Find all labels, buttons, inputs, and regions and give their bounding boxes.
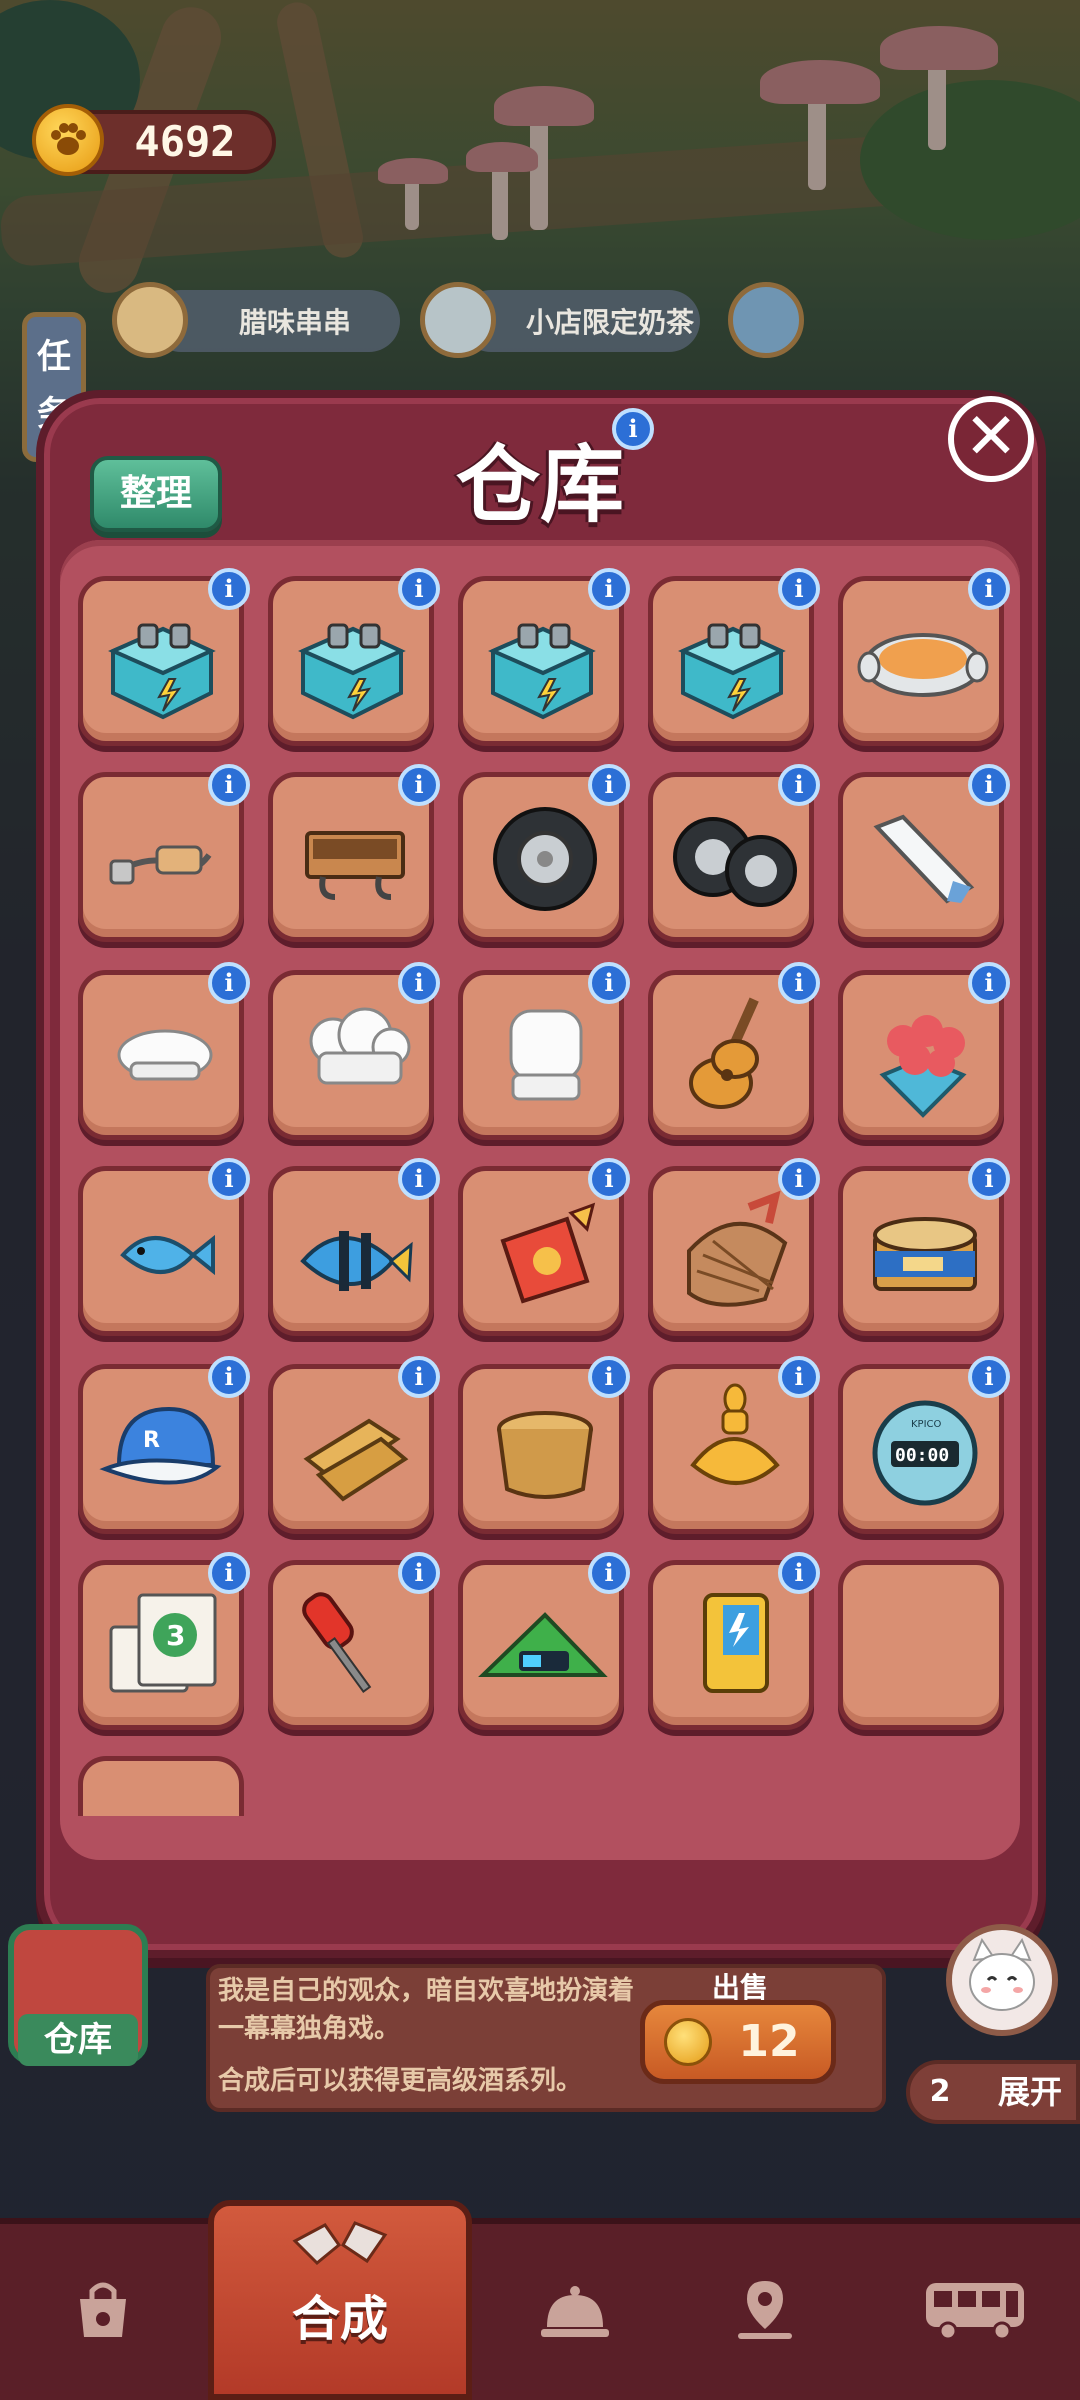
item-tip: 合成后可以获得更高级酒系列。 bbox=[218, 2066, 583, 2096]
lucky-cat-icon[interactable] bbox=[946, 1924, 1058, 2036]
food-plate-icon bbox=[112, 282, 188, 358]
item-info-icon[interactable]: i bbox=[208, 1552, 250, 1594]
item-info-icon[interactable]: i bbox=[398, 962, 440, 1004]
item-info-icon[interactable]: i bbox=[778, 962, 820, 1004]
item-info-icon[interactable]: i bbox=[208, 1356, 250, 1398]
customer-avatar-icon[interactable] bbox=[728, 282, 804, 358]
item-info-icon[interactable]: i bbox=[398, 1158, 440, 1200]
item-info-icon[interactable]: i bbox=[208, 764, 250, 806]
expand-count: 2 bbox=[929, 2074, 951, 2109]
order-label: 小店限定奶茶 bbox=[525, 306, 694, 339]
item-info-icon[interactable]: i bbox=[778, 1552, 820, 1594]
item-description: 我是自己的观众，暗自欢喜地扮演着一幕幕独角戏。 bbox=[218, 1976, 635, 2044]
item-info-icon[interactable]: i bbox=[398, 1356, 440, 1398]
svg-text:00:00: 00:00 bbox=[895, 1445, 949, 1466]
item-info-icon[interactable]: i bbox=[588, 764, 630, 806]
item-info-icon[interactable]: i bbox=[968, 568, 1010, 610]
close-icon[interactable]: ✕ bbox=[948, 396, 1034, 482]
task-tab-char: 任 bbox=[37, 337, 71, 377]
item-info-icon[interactable]: i bbox=[398, 1552, 440, 1594]
order-label: 腊味串串 bbox=[238, 306, 351, 339]
item-info-icon[interactable]: i bbox=[588, 1158, 630, 1200]
inventory-slot-partial[interactable] bbox=[78, 1756, 244, 1816]
milk-tea-icon bbox=[420, 282, 496, 358]
svg-text:R: R bbox=[143, 1428, 160, 1453]
item-info-icon[interactable]: i bbox=[208, 1158, 250, 1200]
paw-coin-icon bbox=[32, 104, 104, 176]
title-info-icon[interactable]: i bbox=[612, 408, 654, 450]
item-info-icon[interactable]: i bbox=[778, 1356, 820, 1398]
shop-bag-icon bbox=[80, 2282, 126, 2337]
item-info-icon[interactable]: i bbox=[968, 962, 1010, 1004]
expand-label[interactable]: 展开 bbox=[990, 2066, 1070, 2118]
nav-merge-label[interactable]: 合成 bbox=[260, 2284, 420, 2354]
item-info-icon[interactable]: i bbox=[588, 1552, 630, 1594]
tidy-button[interactable]: 整理 bbox=[90, 456, 222, 532]
nav-map[interactable] bbox=[690, 2240, 840, 2380]
bus-icon bbox=[926, 2283, 1024, 2341]
item-info-icon[interactable]: i bbox=[968, 764, 1010, 806]
order-chip[interactable]: 小店限定奶茶 bbox=[460, 290, 700, 352]
item-info-icon[interactable]: i bbox=[968, 1356, 1010, 1398]
paw-coin-icon bbox=[664, 2018, 712, 2066]
warehouse-side-label[interactable]: 仓库 bbox=[18, 2014, 138, 2066]
item-info-icon[interactable]: i bbox=[588, 568, 630, 610]
item-info-icon[interactable]: i bbox=[208, 568, 250, 610]
svg-text:KPICO: KPICO bbox=[911, 1419, 942, 1430]
item-info-icon[interactable]: i bbox=[588, 962, 630, 1004]
service-bell-icon bbox=[541, 2286, 609, 2337]
item-info-icon[interactable]: i bbox=[968, 1158, 1010, 1200]
nav-shop[interactable] bbox=[28, 2240, 178, 2380]
item-info-icon[interactable]: i bbox=[398, 568, 440, 610]
svg-text:3: 3 bbox=[166, 1619, 185, 1652]
map-pin-icon bbox=[738, 2281, 792, 2339]
nav-merge[interactable] bbox=[265, 2206, 415, 2286]
merge-hands-icon bbox=[292, 2221, 388, 2266]
coin-value: 4692 bbox=[134, 117, 236, 166]
item-info-icon[interactable]: i bbox=[398, 764, 440, 806]
item-info-icon[interactable]: i bbox=[588, 1356, 630, 1398]
empty-inventory-slot[interactable] bbox=[838, 1560, 1004, 1730]
item-info-icon[interactable]: i bbox=[208, 962, 250, 1004]
nav-service[interactable] bbox=[500, 2240, 650, 2380]
item-info-icon[interactable]: i bbox=[778, 568, 820, 610]
nav-bus[interactable] bbox=[900, 2240, 1050, 2380]
item-info-icon[interactable]: i bbox=[778, 764, 820, 806]
sell-price: 12 bbox=[738, 2016, 800, 2067]
item-info-icon[interactable]: i bbox=[778, 1158, 820, 1200]
